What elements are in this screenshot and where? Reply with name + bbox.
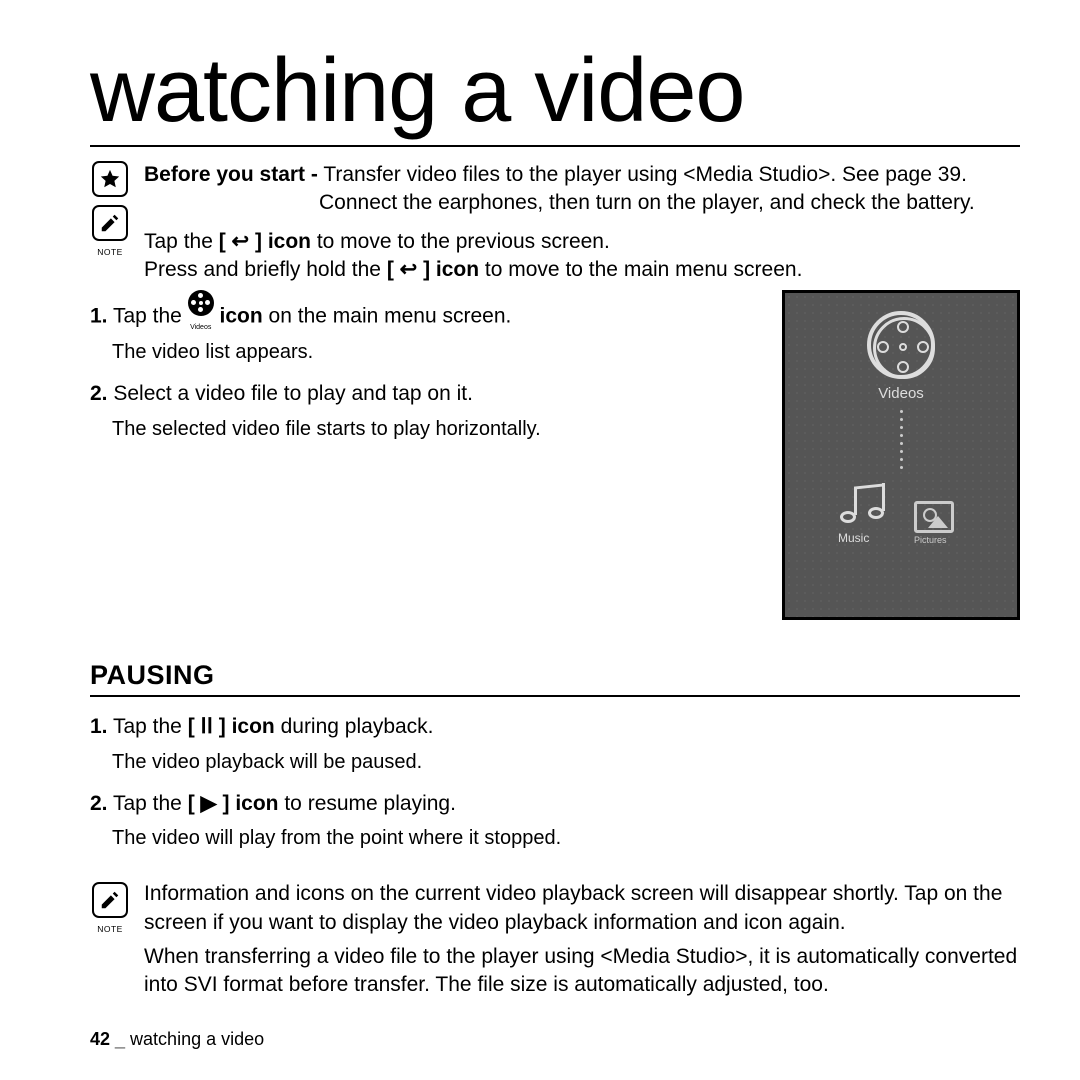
ss-music-icon [838, 479, 900, 527]
pausing-step-2: 2. Tap the [ ▶ ] icon to resume playing. [90, 788, 1020, 820]
page-footer: 42 _ watching a video [90, 1029, 264, 1050]
ss-pictures-icon [914, 501, 954, 533]
before-you-start-text: Before you start - Transfer video files … [144, 161, 1020, 189]
pausing-step-1-sub: The video playback will be paused. [112, 751, 1020, 774]
ss-pictures-label: Pictures [914, 535, 964, 545]
pausing-heading: PAUSING [90, 660, 1020, 697]
star-icon [92, 161, 128, 197]
note-line-1: Tap the [ ↩ ] icon to move to the previo… [144, 228, 1020, 256]
step-1-sub: The video list appears. [112, 341, 762, 364]
footnote-1: Information and icons on the current vid… [144, 880, 1020, 937]
note-icon [92, 882, 128, 918]
videos-reel-icon: Videos [188, 290, 214, 333]
page-title: watching a video [90, 40, 1020, 147]
step-2: 2. Select a video file to play and tap o… [90, 378, 762, 410]
ss-pictures-item: Pictures [914, 501, 964, 545]
note-icon [92, 205, 128, 241]
note-label: NOTE [97, 924, 123, 934]
pausing-step-1: 1. Tap the [ ⅠⅠ ] icon during playback. [90, 711, 1020, 743]
footnote-2: When transferring a video file to the pl… [144, 943, 1020, 1000]
before-line-2: Connect the earphones, then turn on the … [144, 189, 1020, 217]
ss-music-item: Music [838, 479, 900, 545]
pausing-step-2-sub: The video will play from the point where… [112, 827, 1020, 850]
step-2-sub: The selected video file starts to play h… [112, 418, 762, 441]
ss-videos-label: Videos [878, 385, 924, 402]
step-1: 1. Tap the Videos icon on the main menu … [90, 290, 762, 333]
ss-music-label: Music [838, 531, 900, 545]
note-label: NOTE [97, 247, 123, 257]
ss-videos-icon [867, 311, 935, 379]
device-screenshot: Videos Music Pictures [782, 290, 1020, 620]
note-line-2: Press and briefly hold the [ ↩ ] icon to… [144, 256, 1020, 284]
